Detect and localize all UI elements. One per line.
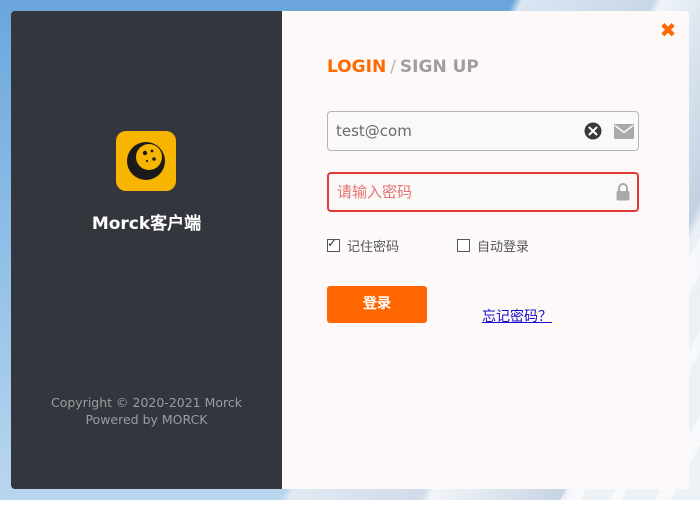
close-icon: ✖ bbox=[659, 18, 677, 42]
moon-logo-icon bbox=[127, 142, 165, 180]
remember-password-checkbox[interactable]: ✓ 记住密码 bbox=[327, 236, 399, 255]
auto-login-label: 自动登录 bbox=[477, 240, 530, 255]
auto-login-checkbox[interactable]: 自动登录 bbox=[457, 236, 529, 255]
tab-separator: / bbox=[390, 57, 396, 77]
brand-panel: Morck客户端 Copyright © 2020-2021 Morck Pow… bbox=[11, 11, 282, 489]
copyright-footer: Copyright © 2020-2021 Morck Powered by M… bbox=[11, 394, 282, 428]
tab-signup[interactable]: SIGN UP bbox=[400, 57, 479, 77]
login-panel: ✖ LOGIN/SIGN UP ✓ 记住密码 bbox=[282, 11, 689, 489]
tab-login[interactable]: LOGIN bbox=[327, 57, 386, 77]
password-input[interactable] bbox=[337, 174, 577, 210]
app-name: Morck客户端 bbox=[91, 214, 202, 234]
powered-by-text: Powered by MORCK bbox=[85, 412, 208, 427]
lock-icon bbox=[616, 183, 630, 201]
close-button[interactable]: ✖ bbox=[658, 20, 678, 40]
login-button[interactable]: 登录 bbox=[327, 286, 427, 323]
password-field-container bbox=[327, 172, 639, 212]
copyright-text: Copyright © 2020-2021 Morck bbox=[50, 395, 243, 410]
app-logo bbox=[116, 131, 176, 191]
auth-tabs: LOGIN / SIGN UP bbox=[327, 57, 479, 77]
checkmark-icon: ✓ bbox=[327, 236, 338, 250]
email-field-container bbox=[327, 111, 639, 151]
forgot-password-link[interactable]: 忘记密码？ bbox=[482, 306, 552, 326]
remember-password-label: 记住密码 bbox=[347, 240, 400, 255]
email-input[interactable] bbox=[336, 112, 576, 150]
checkbox-unchecked[interactable] bbox=[457, 239, 470, 252]
clear-circle-icon[interactable] bbox=[584, 122, 602, 140]
checkbox-checked[interactable]: ✓ bbox=[327, 236, 340, 252]
envelope-icon bbox=[614, 124, 634, 139]
